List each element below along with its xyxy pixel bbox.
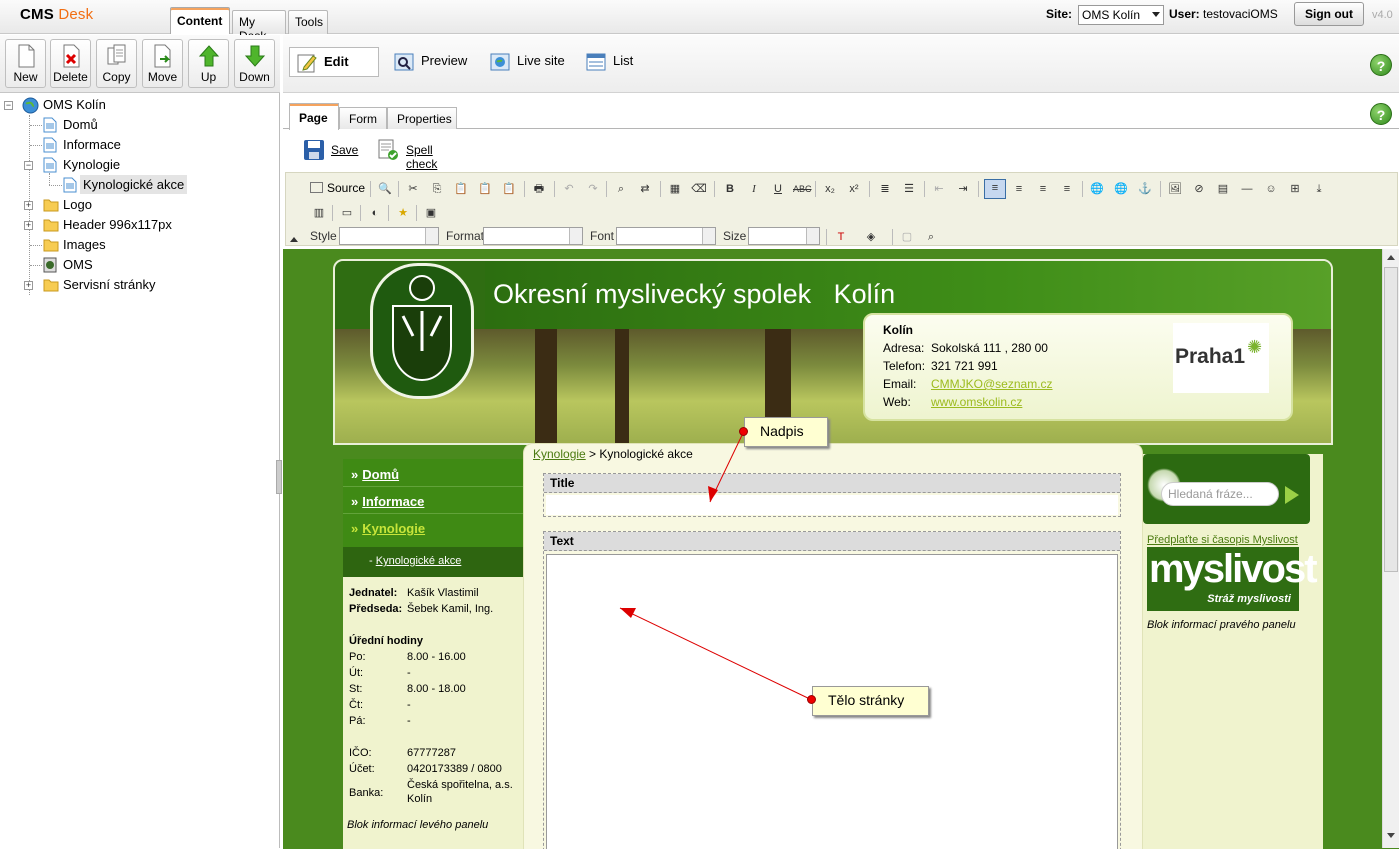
callout-heading: Nadpis bbox=[744, 417, 828, 447]
body-arrow-head bbox=[620, 608, 636, 618]
annotation-arrows bbox=[619, 430, 813, 701]
callout-dot bbox=[807, 695, 816, 704]
callout-dot bbox=[739, 427, 748, 436]
callout-body: Tělo stránky bbox=[812, 686, 929, 716]
body-arrow-line bbox=[619, 607, 813, 701]
